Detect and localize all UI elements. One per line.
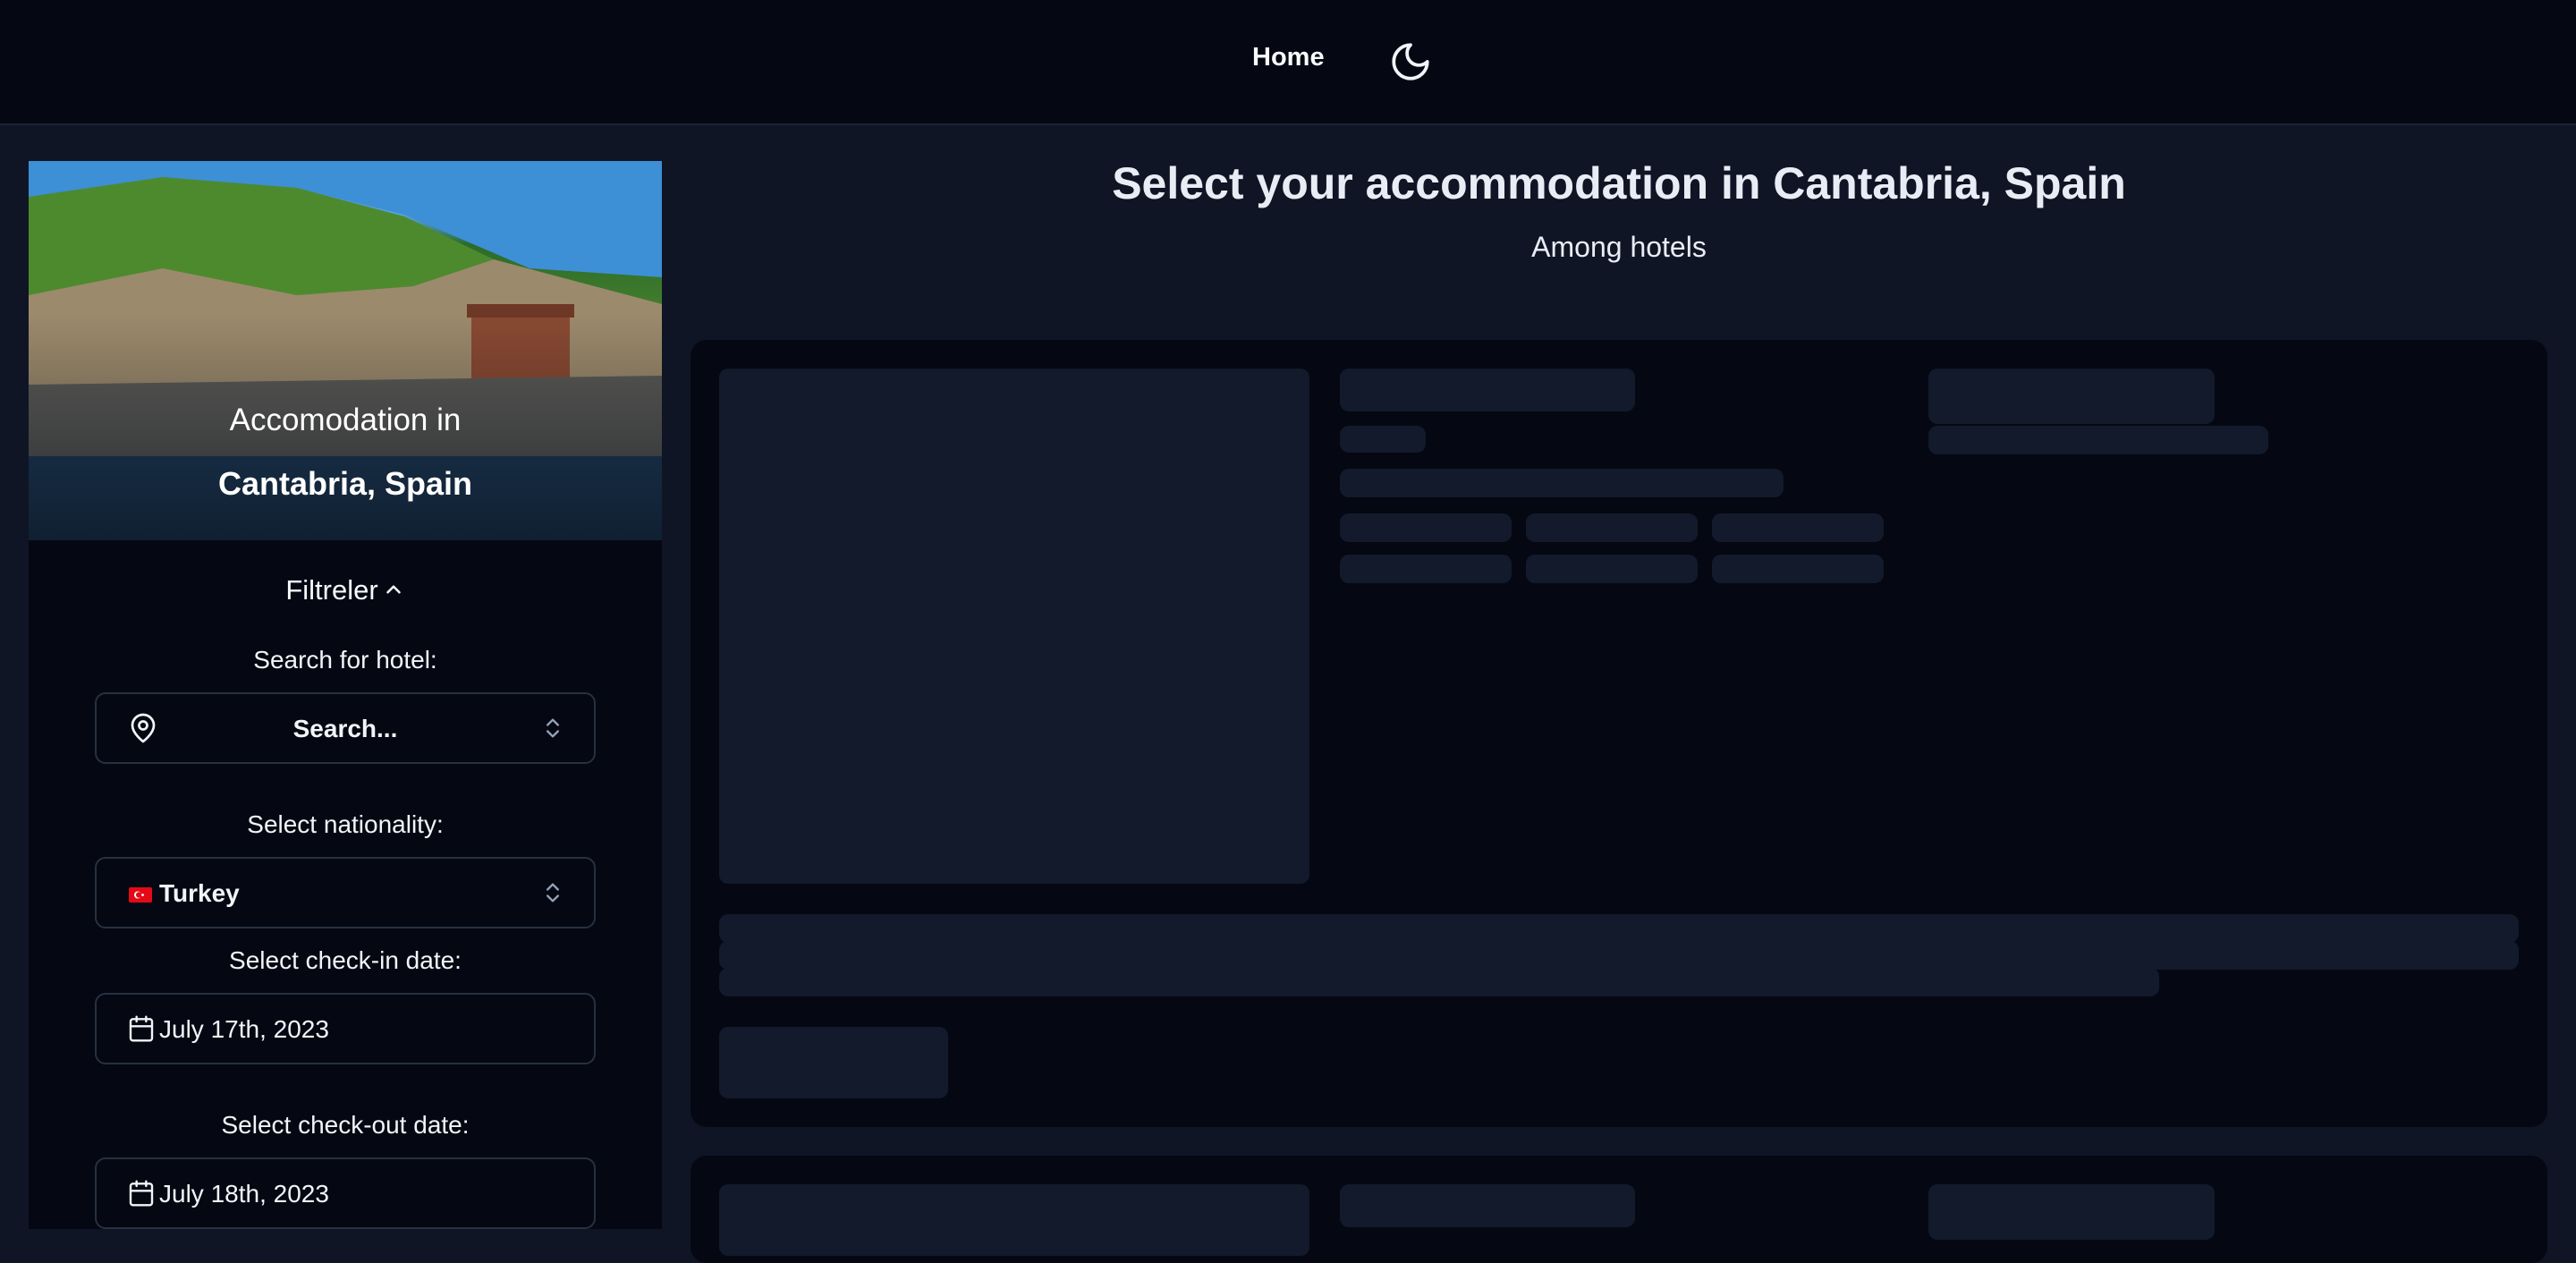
skeleton-line [1928,369,2215,424]
nationality-value: Turkey [159,879,240,907]
chevrons-up-down-icon [540,716,565,745]
skeleton-line [719,941,2519,970]
hotel-card-skeleton [691,340,2547,1127]
nationality-select[interactable]: Turkey [95,857,596,928]
top-navbar: Home [0,0,2576,125]
filter-sidebar: Accomodation in Cantabria, Spain Filtrel… [29,161,662,1229]
skeleton-line [1340,1184,1635,1227]
skeleton-image [719,1184,1309,1256]
hotel-search-label: Search for hotel: [253,646,437,674]
skeleton-line [1928,426,2268,454]
skeleton-line [1340,426,1426,453]
calendar-icon [127,1014,156,1047]
nationality-label: Select nationality: [247,810,444,838]
skeleton-line [1340,469,1784,497]
filters-toggle[interactable]: Filtreler [29,574,662,608]
checkin-date-picker[interactable]: July 17th, 2023 [95,993,596,1064]
skeleton-line [1340,555,1512,583]
theme-toggle-button[interactable] [1388,39,1433,84]
checkout-date-picker[interactable]: July 18th, 2023 [95,1157,596,1229]
page-subtitle: Among hotels [1531,231,1707,263]
skeleton-button [719,1027,948,1098]
home-link[interactable]: Home [1252,43,1325,72]
skeleton-line [719,968,2159,996]
hero-caption-destination: Cantabria, Spain [217,465,473,502]
hotel-search-combobox[interactable]: Search... [95,692,596,764]
hotel-search-value: Search... [292,715,398,742]
turkey-flag-icon [129,887,152,903]
chevrons-up-down-icon [540,880,565,910]
skeleton-line [1712,513,1884,542]
skeleton-line [1340,513,1512,542]
destination-hero-image: Accomodation in Cantabria, Spain [29,161,662,540]
chevron-up-icon [382,576,405,608]
checkout-label: Select check-out date: [221,1111,470,1139]
filters-label: Filtreler [285,574,378,606]
skeleton-image [719,369,1309,884]
calendar-icon [127,1179,156,1212]
skeleton-line [1340,369,1635,411]
checkin-date-value: July 17th, 2023 [159,1015,329,1043]
checkout-date-value: July 18th, 2023 [159,1180,329,1208]
hotel-card-skeleton [691,1156,2547,1263]
skeleton-line [1928,1184,2215,1240]
skeleton-line [1526,513,1698,542]
checkin-label: Select check-in date: [229,946,462,974]
moon-icon [1392,43,1429,81]
skeleton-line [719,914,2519,943]
skeleton-line [1712,555,1884,583]
hero-caption-line1: Accomodation in [229,403,462,437]
skeleton-line [1526,555,1698,583]
page-title: Select your accommodation in Cantabria, … [1112,158,2126,208]
